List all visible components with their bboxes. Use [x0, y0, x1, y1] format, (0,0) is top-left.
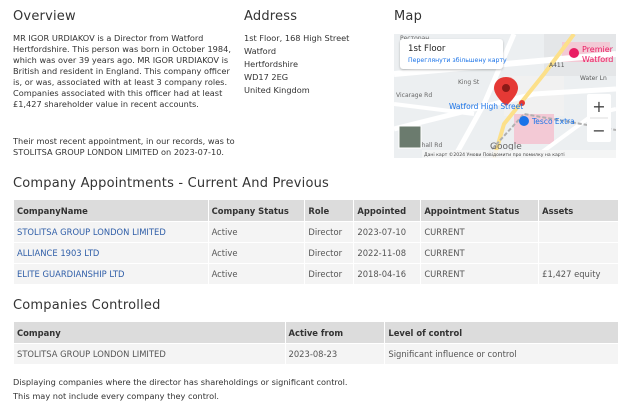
street-view-thumbnail[interactable]	[398, 125, 422, 149]
place-card-title: 1st Floor	[408, 44, 446, 54]
address-line: Hertfordshire	[244, 59, 299, 69]
footer-line: Displaying companies where the director …	[13, 377, 348, 387]
appointed-date: 2018-04-16	[353, 263, 422, 285]
address-line: 1st Floor, 168 High Street	[244, 33, 350, 43]
controlled-company: STOLITSA GROUP LONDON LIMITED	[13, 343, 286, 365]
role: Director	[304, 221, 355, 243]
view-larger-map-link[interactable]: Переглянути збільшену карту	[408, 57, 507, 64]
zoom-in-button[interactable]: +	[592, 97, 605, 116]
map-label-tesco: Tesco Extra	[531, 117, 575, 126]
map-label-water-ln: Water Ln	[580, 75, 607, 82]
map-label-watford: Watford	[582, 55, 613, 64]
column-header[interactable]: CompanyName	[13, 199, 209, 222]
company-link[interactable]: ELITE GUARDIANSHIP LTD	[17, 269, 124, 279]
role: Director	[304, 242, 355, 264]
zoom-out-button[interactable]: −	[592, 121, 605, 140]
active-from-date: 2023-08-23	[284, 343, 386, 365]
appointments-title: Company Appointments - Current And Previ…	[13, 176, 330, 191]
company-status: Active	[207, 263, 306, 285]
table-header-row: CompanyName Company Status Role Appointe…	[13, 199, 619, 222]
appointed-date: 2023-07-10	[353, 221, 422, 243]
appointment-status: CURRENT	[420, 263, 540, 285]
recent-appointment-paragraph: Their most recent appointment, in our re…	[13, 136, 235, 157]
footer-note: Displaying companies where the director …	[13, 377, 613, 402]
companies-controlled-table: Company Active from Level of control STO…	[13, 321, 619, 365]
address-line: United Kingdom	[244, 85, 310, 95]
column-header[interactable]: Company Status	[207, 199, 306, 222]
map-label-high-street: Watford High Street	[449, 102, 523, 111]
company-link[interactable]: STOLITSA GROUP LONDON LIMITED	[17, 227, 166, 237]
companies-controlled-title: Companies Controlled	[13, 298, 161, 313]
table-row: STOLITSA GROUP LONDON LIMITED Active Dir…	[13, 221, 619, 243]
column-header[interactable]: Appointed	[353, 199, 422, 222]
company-status: Active	[207, 221, 306, 243]
column-header[interactable]: Level of control	[384, 321, 619, 344]
appointments-table: CompanyName Company Status Role Appointe…	[13, 199, 619, 285]
address-line: Watford	[244, 46, 277, 56]
column-header[interactable]: Appointment Status	[420, 199, 540, 222]
overview-title: Overview	[13, 9, 76, 24]
appointment-status: CURRENT	[420, 242, 540, 264]
table-row: STOLITSA GROUP LONDON LIMITED 2023-08-23…	[13, 343, 619, 365]
role: Director	[304, 263, 355, 285]
address-block: 1st Floor, 168 High Street Watford Hertf…	[244, 33, 384, 96]
footer-line: This may not include every company they …	[13, 391, 219, 401]
column-header[interactable]: Assets	[538, 199, 619, 222]
map-attribution[interactable]: Дані карт ©2024 Умови Повідомити про пом…	[424, 151, 565, 158]
map-label-vicarage: Vicarage Rd	[396, 92, 432, 99]
place-card: 1st Floor Переглянути збільшену карту	[400, 39, 507, 69]
column-header[interactable]: Role	[304, 199, 355, 222]
address-title: Address	[244, 9, 298, 24]
map-label-premier: Premier	[582, 45, 614, 54]
overview-paragraph: MR IGOR URDIAKOV is a Director from Watf…	[13, 33, 231, 109]
appointment-status: CURRENT	[420, 221, 540, 243]
address-line: WD17 2EG	[244, 72, 289, 82]
store-icon	[519, 116, 529, 126]
company-link[interactable]: ALLIANCE 1903 LTD	[17, 248, 99, 258]
table-row: ALLIANCE 1903 LTD Active Director 2022-1…	[13, 242, 619, 264]
table-row: ELITE GUARDIANSHIP LTD Active Director 2…	[13, 263, 619, 285]
map-title: Map	[394, 9, 423, 24]
shopping-icon	[569, 48, 579, 58]
level-of-control: Significant influence or control	[384, 343, 619, 365]
column-header[interactable]: Company	[13, 321, 286, 344]
map-label-a411: A411	[549, 62, 565, 69]
appointed-date: 2022-11-08	[353, 242, 422, 264]
company-status: Active	[207, 242, 306, 264]
map-label-king-st: King St	[458, 79, 480, 86]
column-header[interactable]: Active from	[284, 321, 386, 344]
assets	[538, 221, 619, 243]
assets	[538, 242, 619, 264]
table-header-row: Company Active from Level of control	[13, 321, 619, 344]
assets: £1,427 equity	[538, 263, 619, 285]
